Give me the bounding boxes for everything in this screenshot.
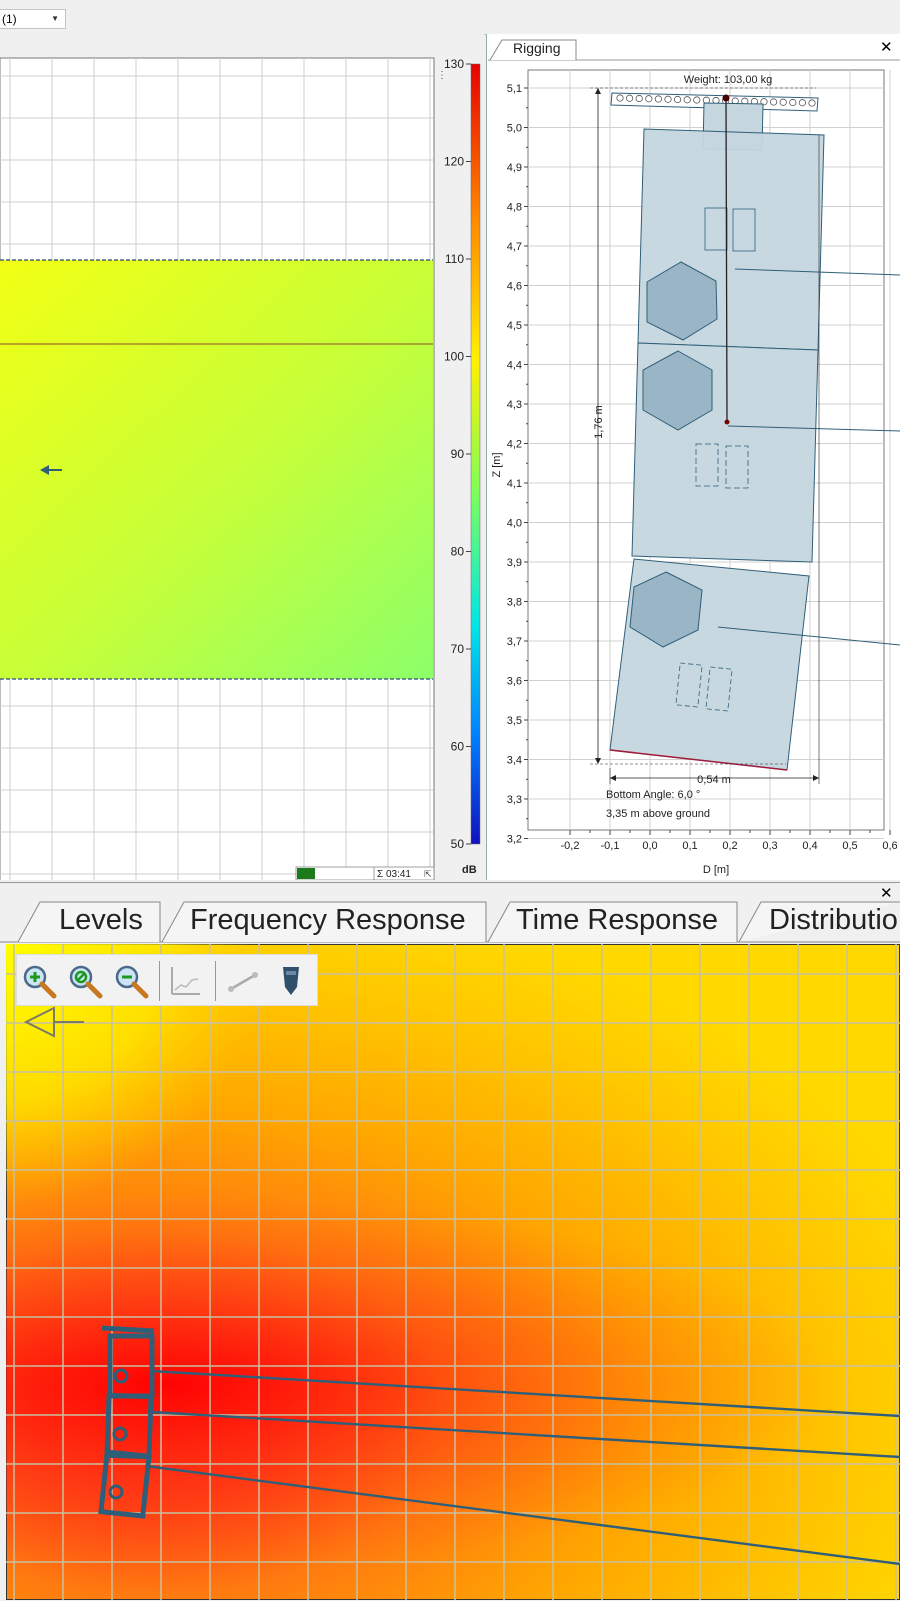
graph-icon[interactable] xyxy=(167,963,203,999)
zoom-out-icon[interactable] xyxy=(113,963,149,999)
zoom-fit-icon[interactable] xyxy=(67,963,103,999)
toolbar-separator xyxy=(159,961,160,1001)
color-scale-tick-label: 120 xyxy=(444,155,464,169)
color-scale-tick-label: 90 xyxy=(451,447,465,461)
rigging-tab-label[interactable]: Rigging xyxy=(513,40,560,56)
color-scale-tick-label: 70 xyxy=(451,642,465,656)
rigging-y-tick-label: 3,6 xyxy=(507,676,522,688)
ground-height-label: 3,35 m above ground xyxy=(606,808,710,820)
measure-icon[interactable] xyxy=(225,963,261,999)
color-scale-unit: dB xyxy=(462,864,477,876)
color-scale-tick-label: 60 xyxy=(451,740,465,754)
rigging-y-tick-label: 3,3 xyxy=(507,794,522,806)
rigging-y-tick-label: 4,9 xyxy=(507,162,522,174)
rigging-y-tick-label: 4,6 xyxy=(507,281,522,293)
tab-distribution-label[interactable]: Distributio xyxy=(769,904,898,937)
rigging-y-tick-label: 3,2 xyxy=(507,834,522,846)
color-scale-tick-label: 50 xyxy=(451,837,465,851)
rigging-y-tick-label: 4,0 xyxy=(507,518,522,530)
rigging-y-label: Z [m] xyxy=(491,452,503,477)
rigging-x-label: D [m] xyxy=(703,864,729,876)
popout-icon[interactable]: ⇱ xyxy=(424,869,432,879)
rigging-y-tick-label: 4,8 xyxy=(507,202,522,214)
rigging-y-tick-label: 4,2 xyxy=(507,439,522,451)
level-view-plot[interactable]: ⋮ 130 120 110 100 90 80 70 60 50 dB Σ 03:41 ⇱ xyxy=(0,34,484,880)
weight-label: Weight: 103,00 kg xyxy=(684,74,772,86)
rigging-x-tick-label: 0,4 xyxy=(802,840,817,852)
heatmap-toolbar xyxy=(16,954,318,1006)
rigging-x-tick-label: -0,2 xyxy=(561,840,580,852)
chevron-down-icon[interactable]: ▼ xyxy=(51,10,59,28)
rigging-y-tick-label: 3,8 xyxy=(507,597,522,609)
center-of-gravity xyxy=(724,419,730,425)
toolbar-separator xyxy=(215,961,216,1001)
rigging-y-tick-label: 3,4 xyxy=(507,755,522,767)
rigging-x-tick-label: 0,2 xyxy=(722,840,737,852)
expand-handle-icon[interactable]: ⋮ xyxy=(437,70,447,81)
close-icon[interactable]: ✕ xyxy=(880,38,893,56)
rigging-x-tick-label: 0,5 xyxy=(842,840,857,852)
rigging-y-tick-label: 4,5 xyxy=(507,320,522,332)
rigging-plot[interactable]: 5,1 5,0 4,9 4,8 4,7 4,6 4,5 4,4 4,3 4,2 4,1 4,0 3,9 3… xyxy=(486,60,900,880)
rigging-x-tick-label: 0,6 xyxy=(882,840,897,852)
speaker-icon[interactable] xyxy=(273,963,309,999)
pickup-point[interactable] xyxy=(722,94,730,102)
status-time: Σ 03:41 xyxy=(377,869,411,880)
color-scale-tick-label: 130 xyxy=(444,57,464,71)
color-scale-bar xyxy=(470,63,481,845)
height-dimension-label: 1,76 m xyxy=(593,405,605,439)
depth-dimension-label: 0,54 m xyxy=(697,774,731,786)
top-toolbar: (1) ▼ xyxy=(0,0,900,35)
rigging-y-tick-label: 5,0 xyxy=(507,123,522,135)
color-scale-tick-label: 80 xyxy=(451,545,465,559)
rigging-x-tick-label: 0,1 xyxy=(682,840,697,852)
rigging-y-tick-label: 5,1 xyxy=(507,83,522,95)
rigging-y-tick-label: 4,7 xyxy=(507,241,522,253)
rigging-y-tick-label: 4,1 xyxy=(507,478,522,490)
rigging-y-ticks: 5,1 5,0 4,9 4,8 4,7 4,6 4,5 4,4 4,3 4,2 4,1 4,0 3,9 3… xyxy=(507,83,528,846)
bottom-angle-label: Bottom Angle: 6,0 ° xyxy=(606,789,700,801)
tab-time-response-label[interactable]: Time Response xyxy=(516,904,718,937)
rigging-y-tick-label: 4,3 xyxy=(507,399,522,411)
rigging-x-tick-label: -0,1 xyxy=(601,840,620,852)
tab-frequency-response-label[interactable]: Frequency Response xyxy=(190,904,466,937)
status-indicator: Σ 03:41 ⇱ xyxy=(295,866,435,880)
rigging-x-tick-label: 0,0 xyxy=(642,840,657,852)
source-select-value: (1) xyxy=(2,12,17,26)
heatmap-beam-zone xyxy=(6,944,900,1600)
rigging-y-tick-label: 4,4 xyxy=(507,360,522,372)
tab-levels-label[interactable]: Levels xyxy=(59,904,143,937)
color-scale-ticks: 130 120 110 100 90 80 70 60 50 xyxy=(444,57,471,851)
rigging-y-tick-label: 3,9 xyxy=(507,557,522,569)
rigging-y-tick-label: 3,7 xyxy=(507,636,522,648)
rigging-x-tick-label: 0,3 xyxy=(762,840,777,852)
zoom-in-icon[interactable] xyxy=(21,963,57,999)
rigging-x-ticks: -0,2 -0,1 0,0 0,1 0,2 0,3 0,4 0,5 0,6 xyxy=(561,830,898,852)
source-select[interactable]: (1) ▼ xyxy=(0,9,66,29)
level-field xyxy=(0,260,433,679)
rigging-y-tick-label: 3,5 xyxy=(507,715,522,727)
heatmap-plot[interactable] xyxy=(6,944,900,1600)
color-scale-tick-label: 110 xyxy=(445,252,464,266)
color-scale-tick-label: 100 xyxy=(444,350,464,364)
